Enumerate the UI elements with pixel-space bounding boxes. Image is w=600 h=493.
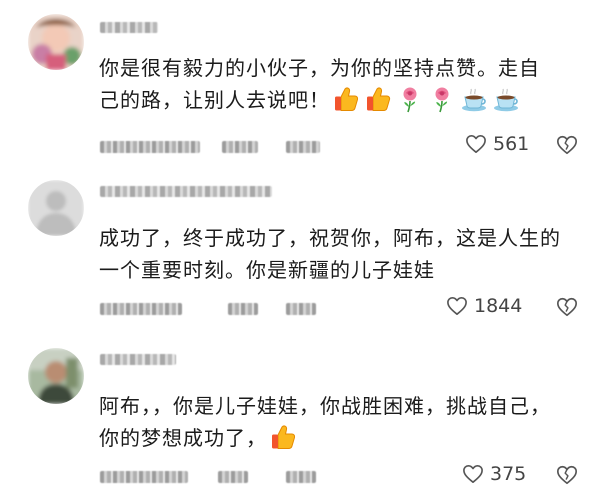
comment-text-line-content: 你的梦想成功了，: [99, 426, 267, 450]
username-redacted[interactable]: [100, 22, 158, 33]
like-button[interactable]: 561: [465, 133, 529, 155]
broken-heart-icon: [556, 464, 578, 486]
avatar[interactable]: [28, 348, 84, 404]
dislike-button[interactable]: [556, 464, 578, 486]
comment-text-line: 成功了，终于成功了，祝贺你，阿布，这是人生的: [99, 226, 561, 250]
heart-icon: [462, 464, 484, 484]
coffee-icon: [460, 85, 488, 113]
heart-icon: [465, 134, 487, 154]
emoji-row: [332, 85, 524, 113]
like-count: 375: [490, 463, 527, 485]
thumbs-up-icon: [332, 85, 360, 113]
comment-text: 阿布，，你是儿子娃娃，你战胜困难，挑战自己， 你的梦想成功了，: [99, 390, 570, 454]
reply-button-redacted[interactable]: [286, 471, 316, 483]
broken-heart-icon: [556, 134, 578, 156]
broken-heart-icon: [556, 296, 578, 318]
thumbs-up-icon: [269, 423, 297, 451]
comment-item: 成功了，终于成功了，祝贺你，阿布，这是人生的 一个重要时刻。你是新疆的儿子娃娃 …: [0, 170, 600, 330]
location-redacted: [218, 471, 248, 483]
comment-meta-row: 561: [100, 133, 600, 157]
comment-meta-row: 1844: [100, 295, 600, 319]
timestamp-redacted: [100, 471, 188, 483]
emoji-row: [269, 423, 301, 451]
like-count: 561: [493, 133, 530, 155]
reply-button-redacted[interactable]: [286, 141, 320, 153]
comment-item: 你是很有毅力的小伙子，为你的坚持点赞。走自 己的路，让别人去说吧！ 561: [0, 0, 600, 160]
comment-text: 你是很有毅力的小伙子，为你的坚持点赞。走自 己的路，让别人去说吧！: [99, 52, 570, 116]
comment-text-line-content: 己的路，让别人去说吧！: [99, 88, 330, 112]
dislike-button[interactable]: [556, 296, 578, 318]
comment-item: 阿布，，你是儿子娃娃，你战胜困难，挑战自己， 你的梦想成功了， 375: [0, 338, 600, 493]
timestamp-redacted: [100, 141, 200, 153]
rose-icon: [396, 85, 424, 113]
username-redacted[interactable]: [100, 354, 176, 365]
like-button[interactable]: 375: [462, 463, 526, 485]
comment-text-line: 阿布，，你是儿子娃娃，你战胜困难，挑战自己，: [99, 394, 551, 418]
comment-text: 成功了，终于成功了，祝贺你，阿布，这是人生的 一个重要时刻。你是新疆的儿子娃娃: [99, 222, 570, 286]
location-redacted: [228, 303, 258, 315]
comment-text-line: 你是很有毅力的小伙子，为你的坚持点赞。走自: [99, 56, 540, 80]
username-redacted[interactable]: [100, 186, 272, 197]
avatar[interactable]: [28, 180, 84, 236]
heart-icon: [446, 296, 468, 316]
like-button[interactable]: 1844: [446, 295, 522, 317]
comment-text-line: 一个重要时刻。你是新疆的儿子娃娃: [99, 258, 435, 282]
dislike-button[interactable]: [556, 134, 578, 156]
comment-text-line: 你的梦想成功了，: [99, 422, 570, 454]
rose-icon: [428, 85, 456, 113]
timestamp-redacted: [100, 303, 182, 315]
comment-text-line: 己的路，让别人去说吧！: [99, 84, 570, 116]
comment-meta-row: 375: [100, 463, 600, 487]
location-redacted: [222, 141, 258, 153]
avatar[interactable]: [28, 14, 84, 70]
coffee-icon: [492, 85, 520, 113]
like-count: 1844: [474, 295, 523, 317]
reply-button-redacted[interactable]: [286, 303, 316, 315]
thumbs-up-icon: [364, 85, 392, 113]
